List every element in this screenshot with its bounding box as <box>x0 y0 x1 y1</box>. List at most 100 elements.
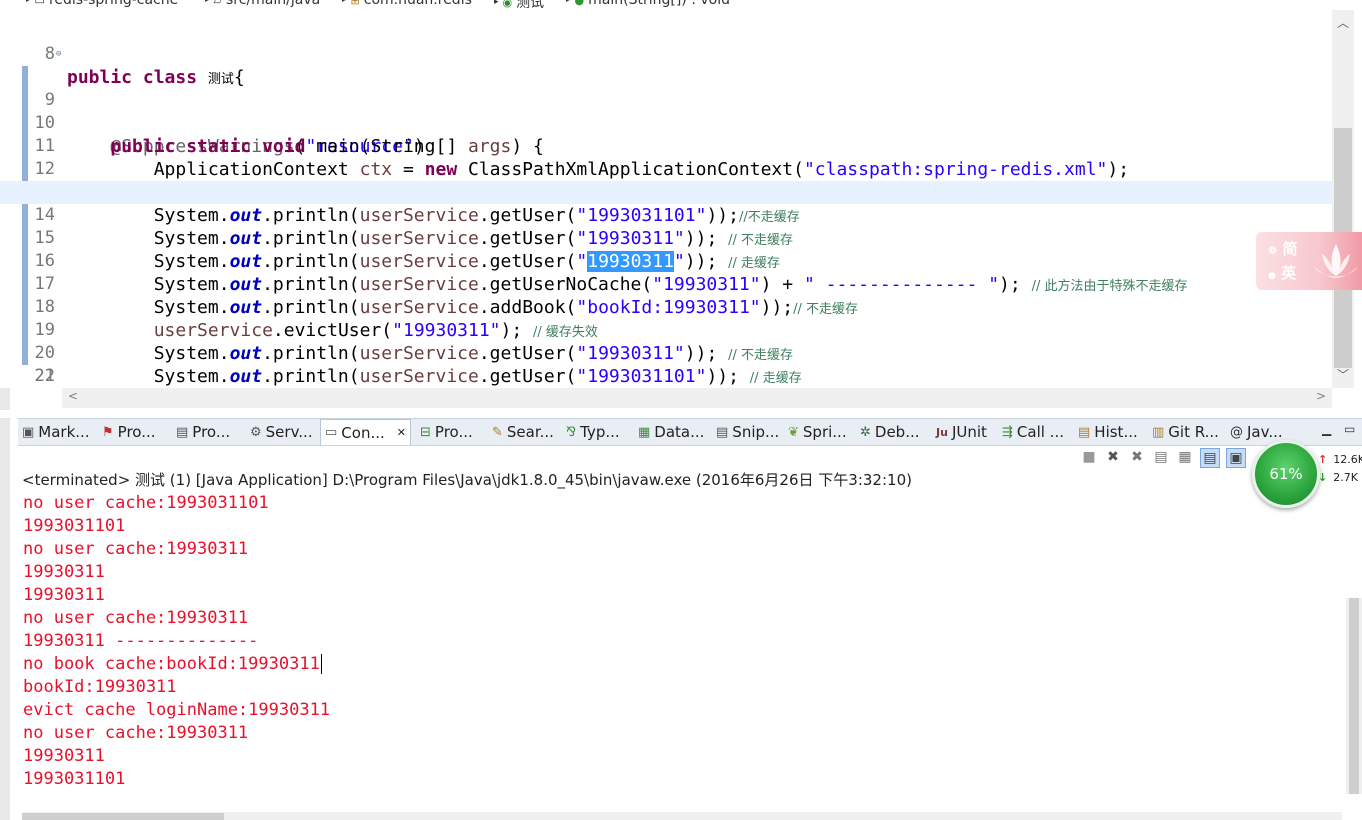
breadcrumb-package[interactable]: ▸ ⊞ com.huan.redis <box>342 0 472 8</box>
code-line: 17 System.out.println(userService.addBoo… <box>0 227 1332 318</box>
method-icon: ● <box>574 0 585 7</box>
ime-mode-english[interactable]: ● 英 <box>1268 262 1296 283</box>
minimize-icon[interactable]: ▁ <box>1322 422 1331 436</box>
performance-gadget[interactable]: 61% <box>1252 440 1320 508</box>
code-line: 11 ApplicationContext ctx = new ClassPat… <box>0 89 1332 180</box>
console-line: no user cache:1993031101 <box>23 493 269 513</box>
code-editor[interactable]: 8 public class 测试{ 9 ⊖ @SuppressWarnings… <box>0 10 1332 388</box>
console-line: 19930311 <box>23 562 105 582</box>
console-line: no user cache:19930311 <box>23 539 249 559</box>
remove-launch-icon[interactable]: ✖ <box>1104 448 1122 466</box>
breadcrumb-source-folder[interactable]: ▸ ▱ src/main/java <box>205 0 320 8</box>
gadget-percent: 61% <box>1269 465 1303 483</box>
console-vertical-scrollbar[interactable] <box>1346 598 1362 794</box>
breadcrumb: ▸ ▭ redis-spring-cache ▸ ▱ src/main/java… <box>0 0 1362 11</box>
tab-snippets[interactable]: ▤ Snip... <box>716 422 779 442</box>
history-icon: ▤ <box>1078 424 1091 440</box>
data-source-icon: ▦ <box>638 424 651 440</box>
tab-data-source[interactable]: ▦ Data... <box>638 422 704 442</box>
project-icon: ▭ <box>34 0 45 7</box>
terminate-icon[interactable]: ■ <box>1080 448 1098 466</box>
console-line: evict cache loginName:19930311 <box>23 700 331 720</box>
console-line: 19930311 -------------- <box>23 631 259 651</box>
tab-javadoc[interactable]: @ Jav... <box>1230 422 1283 442</box>
console-line-with-caret: no book cache:bookId:19930311 <box>23 654 322 674</box>
code-line: 14 System.out.println(userService.getUse… <box>0 158 1332 249</box>
editor-vertical-scrollbar[interactable]: ︿ ﹀ <box>1332 10 1354 388</box>
markers-icon: ▣ <box>22 424 35 440</box>
upload-arrow-icon: ↑ <box>1318 453 1328 466</box>
lotus-logo <box>1314 244 1358 278</box>
console-line: 19930311 <box>23 746 105 766</box>
tab-git-repositories[interactable]: ▥ Git R... <box>1152 422 1219 442</box>
breadcrumb-method[interactable]: ▸ ● main(String[]) : void <box>566 0 730 8</box>
tab-search[interactable]: ✎ Sear... <box>492 422 554 442</box>
tab-junit[interactable]: Ju JUnit <box>936 422 987 442</box>
maximize-icon[interactable]: ▭ <box>1344 422 1355 436</box>
console-horizontal-scrollbar[interactable] <box>22 812 1342 820</box>
class-icon: ◉ <box>502 0 513 9</box>
chevron-right-icon: ▸ <box>566 0 571 5</box>
close-icon[interactable]: ✕ <box>397 426 406 439</box>
search-icon: ✎ <box>492 424 503 440</box>
scroll-lock-icon[interactable]: ▦ <box>1176 448 1194 466</box>
tab-markers[interactable]: ▣ Mark... <box>22 422 90 442</box>
code-line: 12 UserService userService = ctx.getBean… <box>0 112 1332 203</box>
clear-console-icon[interactable]: ▤ <box>1152 448 1170 466</box>
console-icon: ▭ <box>325 425 338 440</box>
scrollbar-thumb[interactable] <box>22 813 224 820</box>
breadcrumb-project[interactable]: ▸ ▭ redis-spring-cache <box>26 0 178 8</box>
servers-icon: ⚙ <box>250 424 262 440</box>
ime-widget[interactable]: ❁ 简 ● 英 <box>1256 232 1362 290</box>
tab-debug[interactable]: ✲ Deb... <box>860 422 920 442</box>
tab-history[interactable]: ▤ Hist... <box>1078 422 1138 442</box>
tab-progress[interactable]: ⊟ Pro... <box>420 422 473 442</box>
code-line: 8 public class 测试{ <box>0 20 1332 88</box>
console-line: bookId:19930311 <box>23 677 177 697</box>
code-line-current: 15 System.out.println(userService.getUse… <box>0 181 1332 272</box>
remove-all-icon[interactable]: ✖ <box>1128 448 1146 466</box>
fold-icon[interactable]: ⊖ <box>56 43 61 66</box>
spring-icon: ❦ <box>788 424 799 440</box>
progress-icon: ⊟ <box>420 424 431 440</box>
show-on-output-icon[interactable]: ▤ <box>1200 448 1220 468</box>
debug-icon: ✲ <box>860 424 871 440</box>
tab-properties[interactable]: ▤ Pro... <box>176 422 230 442</box>
chevron-right-icon: ▸ <box>342 0 347 5</box>
code-line: 18 userService.evictUser("19930311"); //… <box>0 250 1332 341</box>
chevron-right-icon: ▸ <box>205 0 210 5</box>
tab-problems[interactable]: ⚑ Pro... <box>102 422 156 442</box>
tab-console[interactable]: ▭ Con... ✕ <box>320 419 411 445</box>
console-line: 19930311 <box>23 585 105 605</box>
editor-horizontal-scrollbar[interactable]: < > <box>62 388 1332 408</box>
ime-mode-simplified[interactable]: ❁ 简 <box>1268 238 1297 259</box>
code-line: 22 } <box>0 342 1332 386</box>
tab-type-hierarchy[interactable]: ⅋ Typ... <box>566 422 620 442</box>
code-line: 23 <box>0 365 1332 388</box>
code-line: 20 System.out.println(userService.getUse… <box>0 296 1332 387</box>
code-line: 19 System.out.println(userService.getUse… <box>0 273 1332 364</box>
tab-spring[interactable]: ❦ Spri... <box>788 422 847 442</box>
scrollbar-thumb[interactable] <box>1349 598 1359 794</box>
type-hierarchy-icon: ⅋ <box>566 424 577 440</box>
tab-call-hierarchy[interactable]: ⇶ Call ... <box>1002 422 1064 442</box>
junit-icon: Ju <box>936 425 948 439</box>
javadoc-icon: @ <box>1230 424 1243 440</box>
console-status: <terminated> 测试 (1) [Java Application] D… <box>22 471 912 489</box>
text-caret <box>320 654 322 674</box>
code-line: 10 public static void main(String[] args… <box>0 66 1332 157</box>
scroll-down-icon[interactable]: ﹀ <box>1337 366 1349 383</box>
scroll-up-icon[interactable]: ︿ <box>1337 14 1349 31</box>
scroll-right-icon[interactable]: > <box>1316 389 1326 403</box>
tab-servers[interactable]: ⚙ Serv... <box>250 422 313 442</box>
pin-console-icon[interactable]: ▣ <box>1226 448 1246 468</box>
view-tab-bar: ▣ Mark... ⚑ Pro... ▤ Pro... ⚙ Serv... ▭ Con..… <box>18 418 1362 446</box>
properties-icon: ▤ <box>176 424 189 440</box>
console-line: no user cache:19930311 <box>23 608 249 628</box>
scroll-left-icon[interactable]: < <box>68 389 78 403</box>
chevron-right-icon: ▸ <box>26 0 31 5</box>
code-line: 16 System.out.println(userService.getUse… <box>0 204 1332 295</box>
console-toolbar: ■ ✖ ✖ ▤ ▦ ▤ ▣ <box>1080 448 1246 468</box>
package-icon: ⊞ <box>350 0 360 7</box>
problems-icon: ⚑ <box>102 424 114 440</box>
